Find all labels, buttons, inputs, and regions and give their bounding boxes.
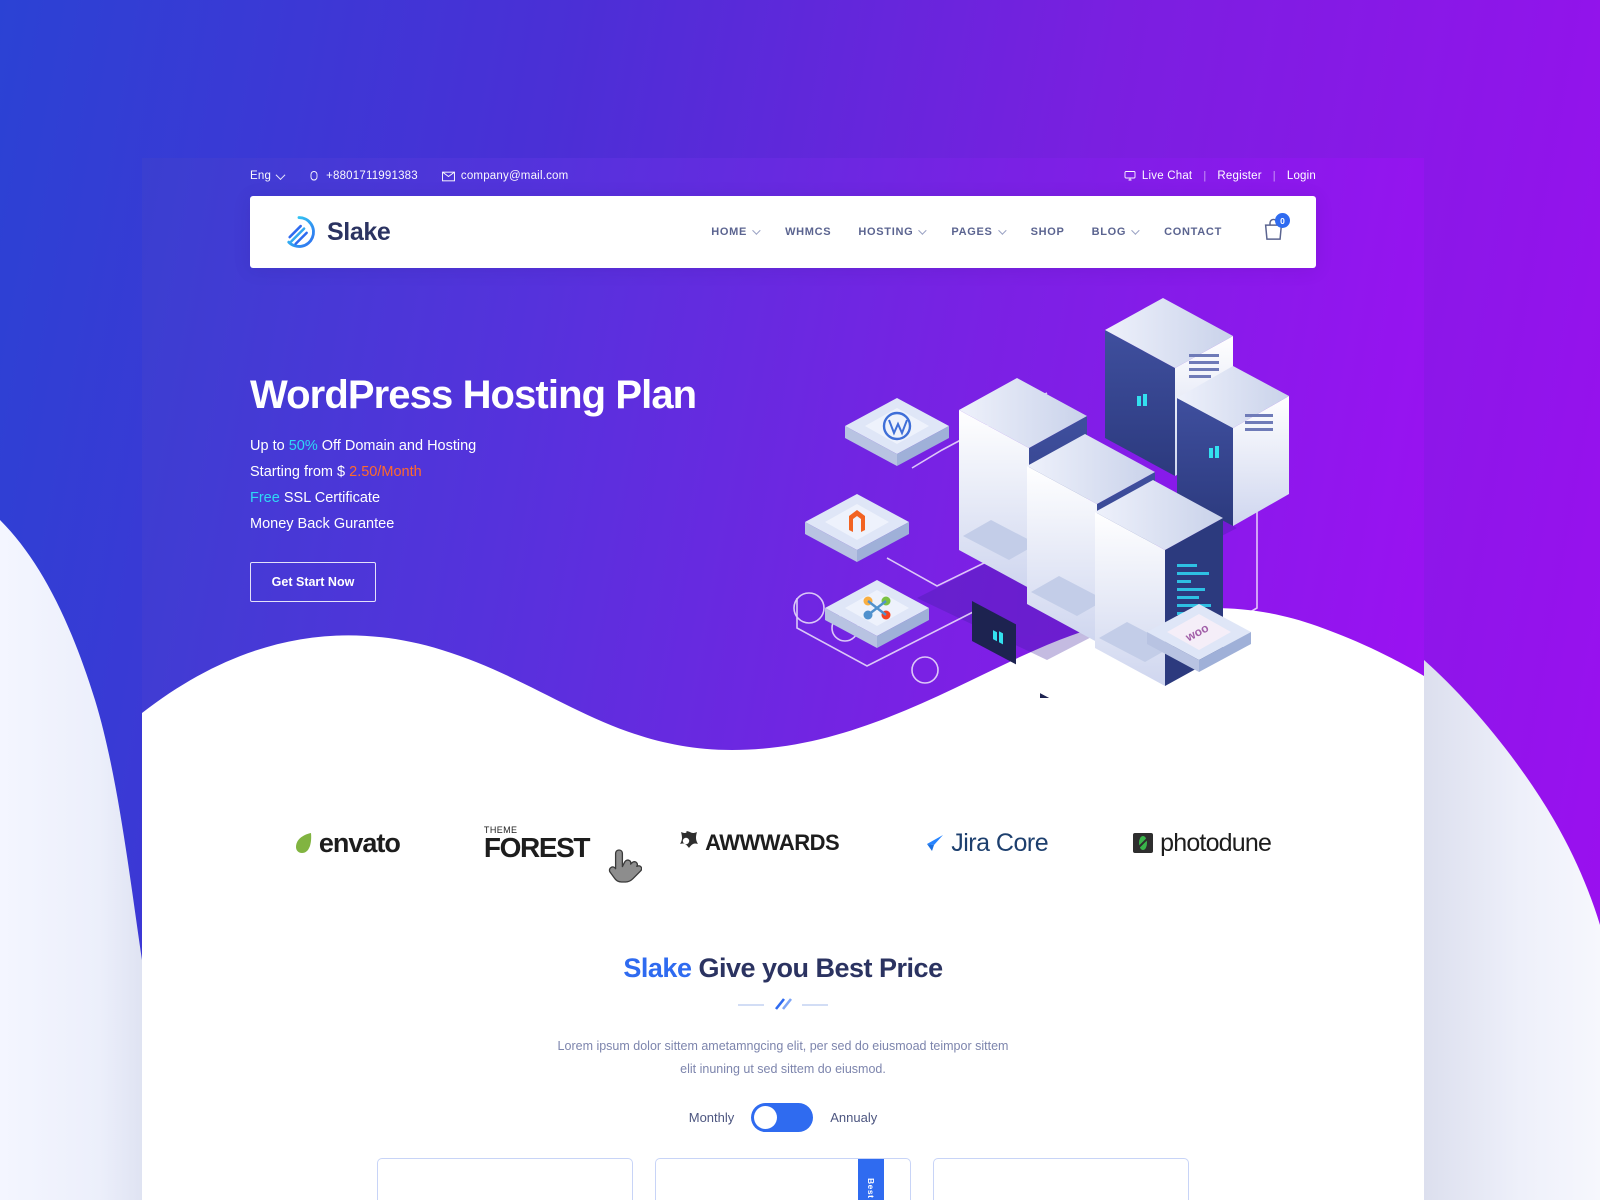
pricing-title-accent: Slake: [623, 953, 692, 983]
brand-name-awwwards: AWWWARDS: [705, 830, 840, 855]
brand-logo-awwwards[interactable]: AWWWARDS: [673, 830, 840, 856]
envato-leaf-icon: [295, 832, 313, 854]
chat-bubble-icon: [1124, 170, 1136, 182]
nav-item-blog[interactable]: BLOG: [1091, 226, 1140, 238]
language-label: Eng: [250, 170, 272, 182]
nav-item-shop[interactable]: SHOP: [1031, 226, 1065, 238]
main-nav: HOME WHMCS HOSTING PAGES SHOP BLOG CONTA…: [711, 213, 1290, 246]
utility-topbar: Eng +8801711991383 company@mail.com Live…: [142, 158, 1424, 194]
pricing-cards-row: Personal Best Business Enterprise: [142, 1158, 1424, 1200]
photodune-icon: [1132, 832, 1154, 854]
toggle-label-annualy[interactable]: Annualy: [830, 1110, 877, 1125]
nav-label: WHMCS: [785, 226, 832, 238]
slake-swirl-logo-icon: [282, 215, 316, 249]
nav-label: HOME: [711, 226, 748, 238]
nav-label: SHOP: [1030, 226, 1065, 238]
hero-line1-highlight: 50%: [288, 438, 318, 454]
nav-item-whmcs[interactable]: WHMCS: [785, 226, 831, 238]
brand-name-jira-core: Jira Core: [951, 828, 1049, 857]
hero-feature-guarantee: Money Back Gurantee: [250, 516, 395, 532]
slash-divider-icon: [738, 998, 828, 1010]
brand-logos-row: envato THEME FOREST AWWWARDS Jira Core p…: [142, 798, 1424, 888]
envelope-icon: [441, 171, 455, 182]
nav-label: PAGES: [951, 226, 993, 238]
billing-toggle-row: Monthly Annualy: [142, 1103, 1424, 1132]
email-contact[interactable]: company@mail.com: [441, 170, 569, 182]
isometric-server-racks-illustration: woo: [793, 298, 1289, 698]
brand-name: Slake: [327, 217, 391, 246]
hero-feature-ssl: Free SSL Certificate: [250, 490, 720, 506]
get-start-now-button[interactable]: Get Start Now: [250, 562, 376, 602]
toggle-label-monthly[interactable]: Monthly: [689, 1110, 735, 1125]
cart-button[interactable]: 0: [1263, 213, 1290, 246]
billing-period-switch[interactable]: [751, 1103, 814, 1132]
live-chat-link[interactable]: Live Chat: [1124, 170, 1192, 182]
awwwards-icon: [673, 830, 699, 856]
chevron-down-icon: [918, 226, 928, 235]
joomla-chip-icon: [825, 580, 929, 648]
brand-logo-themeforest[interactable]: THEME FOREST: [483, 825, 591, 864]
phone-icon: [308, 170, 320, 182]
register-link[interactable]: Register: [1217, 170, 1261, 182]
nav-item-contact[interactable]: CONTACT: [1164, 226, 1222, 238]
pricing-card-business[interactable]: Best Business: [655, 1158, 911, 1200]
hero-line2-highlight: 2.50/Month: [349, 464, 422, 480]
nav-item-pages[interactable]: PAGES: [951, 226, 1007, 238]
hero-line1-pre: Up to: [250, 438, 289, 454]
chevron-down-icon: [997, 226, 1007, 235]
hero-line2-pre: Starting from $: [250, 464, 350, 480]
pricing-subtitle: Lorem ipsum dolor sittem ametamngcing el…: [557, 1039, 1009, 1077]
chevron-down-icon: [752, 226, 761, 235]
jira-core-icon: [923, 832, 945, 854]
phone-contact[interactable]: +8801711991383: [308, 170, 418, 182]
topbar-separator-2: |: [1272, 170, 1276, 182]
pricing-card-enterprise[interactable]: Enterprise: [933, 1158, 1189, 1200]
brand-logo-jira-core[interactable]: Jira Core: [923, 828, 1049, 858]
chevron-down-icon: [275, 169, 286, 180]
hero-line3-highlight: Free: [250, 490, 280, 506]
email-address: company@mail.com: [460, 170, 569, 182]
site-header: Slake HOME WHMCS HOSTING PAGES SHOP BLOG…: [250, 196, 1316, 268]
magento-chip-icon: [805, 494, 909, 562]
chevron-down-icon: [1131, 226, 1140, 235]
pricing-card-personal[interactable]: Personal: [377, 1158, 633, 1200]
hero-copy: WordPress Hosting Plan Up to 50% Off Dom…: [250, 373, 720, 602]
brand-name-photodune: photodune: [1160, 828, 1272, 857]
phone-number: +8801711991383: [326, 170, 418, 182]
topbar-separator-1: |: [1203, 170, 1207, 182]
hero-feature-list: Up to 50% Off Domain and Hosting Startin…: [250, 438, 720, 532]
pricing-section-header: Slake Give you Best Price Lorem ipsum do…: [142, 953, 1424, 1081]
website-screenshot-frame: Eng +8801711991383 company@mail.com Live…: [142, 158, 1424, 1200]
live-chat-label: Live Chat: [1141, 170, 1193, 182]
hero-feature-discount: Up to 50% Off Domain and Hosting: [250, 438, 720, 454]
cart-count-badge: 0: [1275, 213, 1290, 228]
hero-line3-post: SSL Certificate: [279, 490, 381, 506]
brand-logo-envato[interactable]: envato: [295, 827, 401, 859]
hero-title: WordPress Hosting Plan: [250, 373, 697, 417]
nav-item-home[interactable]: HOME: [711, 226, 761, 238]
brand-logo[interactable]: Slake: [282, 215, 391, 249]
outer-wave-right: [1424, 660, 1600, 1200]
nav-label: BLOG: [1091, 226, 1127, 238]
switch-knob: [754, 1106, 778, 1129]
nav-label: CONTACT: [1164, 226, 1222, 238]
hero-feature-price: Starting from $ 2.50/Month: [250, 464, 720, 480]
outer-wave-left: [0, 520, 142, 1200]
pricing-title-rest: Give you Best Price: [691, 953, 943, 983]
best-plan-ribbon: Best: [858, 1159, 884, 1200]
login-link[interactable]: Login: [1287, 170, 1316, 182]
hero-line1-post: Off Domain and Hosting: [317, 438, 477, 454]
pricing-title: Slake Give you Best Price: [142, 953, 1424, 984]
brand-logo-photodune[interactable]: photodune: [1132, 828, 1272, 858]
ribbon-label: Best: [866, 1177, 876, 1199]
language-selector[interactable]: Eng: [250, 169, 286, 182]
nav-label: HOSTING: [858, 226, 914, 238]
nav-item-hosting[interactable]: HOSTING: [858, 226, 928, 238]
brand-name-themeforest: FOREST: [483, 832, 591, 864]
brand-name-envato: envato: [318, 827, 401, 858]
